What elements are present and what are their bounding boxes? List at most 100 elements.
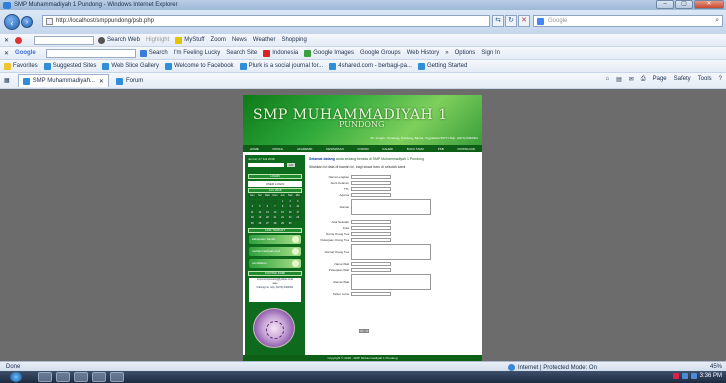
- login-box[interactable]: USER LOGIN: [248, 181, 302, 187]
- calendar-day[interactable]: 15: [279, 210, 286, 215]
- sidebar-go-button[interactable]: GO: [287, 163, 295, 167]
- calendar-day[interactable]: [249, 199, 256, 204]
- taskbar-app-icon[interactable]: [110, 372, 124, 382]
- calendar-day[interactable]: 12: [256, 210, 264, 215]
- more-chevron-icon[interactable]: »: [445, 50, 448, 56]
- link-banner-pendidikan[interactable]: pendidikan: [249, 259, 301, 268]
- fav-web-slice[interactable]: Web Slice Gallery: [102, 62, 159, 70]
- toolbar-close-icon[interactable]: ✕: [4, 37, 9, 44]
- clock[interactable]: 3:36 PM: [700, 373, 722, 379]
- calendar-day[interactable]: [256, 199, 264, 204]
- menu-akademik[interactable]: AKADEMIK: [297, 147, 313, 151]
- stop-icon[interactable]: ✕: [518, 15, 530, 27]
- google-search-button[interactable]: Search: [139, 49, 168, 57]
- tools-menu[interactable]: Tools: [698, 76, 712, 83]
- calendar-day[interactable]: 2: [286, 199, 294, 204]
- calendar-day[interactable]: 19: [256, 216, 264, 221]
- quick-tabs-icon[interactable]: ▦: [4, 77, 10, 84]
- calendar-day[interactable]: 10: [294, 205, 301, 210]
- feeling-lucky-button[interactable]: I'm Feeling Lucky: [174, 50, 221, 56]
- calendar-day[interactable]: 6: [264, 205, 271, 210]
- calendar-day[interactable]: 5: [256, 205, 264, 210]
- toolbar-news[interactable]: News: [232, 37, 247, 43]
- search-icon[interactable]: ⌕: [715, 17, 719, 25]
- form-input[interactable]: [351, 187, 391, 191]
- taskbar-explorer-icon[interactable]: [56, 372, 70, 382]
- menu-kesiswaan[interactable]: KESISWAAN: [326, 147, 344, 151]
- back-button[interactable]: ‹: [4, 14, 20, 30]
- calendar-day[interactable]: [271, 199, 279, 204]
- calendar-day[interactable]: 29: [279, 221, 286, 226]
- calendar-day[interactable]: 30: [286, 221, 294, 226]
- fav-plurk[interactable]: Plurk is a social journal for...: [239, 62, 323, 70]
- menu-home[interactable]: HOME: [250, 147, 259, 151]
- calendar-day[interactable]: 25: [249, 221, 256, 226]
- calendar-day[interactable]: 8: [279, 205, 286, 210]
- tray-alert-icon[interactable]: [672, 373, 679, 379]
- form-input[interactable]: [351, 268, 391, 272]
- tray-volume-icon[interactable]: [690, 373, 697, 379]
- calendar-day[interactable]: 7: [271, 205, 279, 210]
- taskbar-ie-icon[interactable]: [38, 372, 52, 382]
- sidebar-search-input[interactable]: [248, 163, 284, 167]
- start-button[interactable]: [10, 372, 22, 382]
- calendar-day[interactable]: 23: [286, 216, 294, 221]
- print-icon[interactable]: ⎙: [641, 76, 646, 83]
- calendar-day[interactable]: 21: [271, 216, 279, 221]
- calendar-day[interactable]: 18: [249, 216, 256, 221]
- link-banner-muhammadiyah[interactable]: muhammadiyah.or.id: [249, 247, 301, 256]
- calendar-day[interactable]: 28: [271, 221, 279, 226]
- toolbar-highlight[interactable]: Highlight: [146, 37, 169, 43]
- minimize-button[interactable]: –: [656, 0, 674, 9]
- indonesia-button[interactable]: Indonesia: [263, 49, 298, 57]
- search-site-button[interactable]: Search Site: [226, 50, 257, 56]
- google-groups-button[interactable]: Google Groups: [360, 50, 401, 56]
- calendar-day[interactable]: 9: [286, 205, 294, 210]
- calendar-day[interactable]: 17: [294, 210, 301, 215]
- toolbar-search-input[interactable]: [34, 35, 95, 45]
- calendar-day[interactable]: 22: [279, 216, 286, 221]
- tray-network-icon[interactable]: [681, 373, 688, 379]
- fav-suggested-sites[interactable]: Suggested Sites: [43, 62, 96, 70]
- taskbar-media-icon[interactable]: [74, 372, 88, 382]
- fav-4shared[interactable]: 4shared.com - berbagi-pa...: [329, 62, 412, 70]
- toolbar-shopping[interactable]: Shopping: [281, 37, 306, 43]
- mail-icon[interactable]: ✉: [629, 76, 634, 83]
- form-input[interactable]: [351, 226, 391, 230]
- close-button[interactable]: ✕: [694, 0, 724, 9]
- home-icon[interactable]: ⌂: [605, 76, 609, 83]
- safety-menu[interactable]: Safety: [674, 76, 691, 83]
- menu-profil[interactable]: PROFIL: [272, 147, 283, 151]
- form-input[interactable]: [351, 175, 391, 179]
- form-input[interactable]: [351, 292, 391, 296]
- toolbar-weather[interactable]: Weather: [253, 37, 276, 43]
- options-button[interactable]: Options: [455, 50, 476, 56]
- page-menu[interactable]: Page: [653, 76, 667, 83]
- tab-forum[interactable]: Forum: [111, 74, 148, 87]
- toolbar-logo-icon[interactable]: [15, 36, 24, 44]
- web-search-field[interactable]: Google ⌕: [533, 15, 723, 27]
- fav-facebook[interactable]: Welcome to Facebook: [164, 62, 234, 70]
- security-zone[interactable]: Internet | Protected Mode: On: [508, 364, 597, 371]
- google-search-input[interactable]: [45, 48, 136, 58]
- calendar-day[interactable]: 14: [271, 210, 279, 215]
- form-textarea[interactable]: [351, 199, 431, 215]
- calendar-day[interactable]: 20: [264, 216, 271, 221]
- favorites-button[interactable]: Favorites: [4, 62, 38, 70]
- submit-button[interactable]: KIRIM: [359, 329, 369, 333]
- menu-psb[interactable]: PSB: [438, 147, 444, 151]
- form-input[interactable]: [351, 232, 391, 236]
- calendar-day[interactable]: 26: [256, 221, 264, 226]
- menu-forum[interactable]: FORUM: [357, 147, 368, 151]
- menu-galeri[interactable]: GALERI: [382, 147, 393, 151]
- form-textarea[interactable]: [351, 244, 431, 260]
- forward-button[interactable]: ›: [21, 16, 33, 28]
- menu-download[interactable]: DOWNLOAD: [457, 147, 475, 151]
- calendar-day[interactable]: 1: [279, 199, 286, 204]
- calendar-day[interactable]: 27: [264, 221, 271, 226]
- calendar-day[interactable]: 13: [264, 210, 271, 215]
- menu-buku-tamu[interactable]: BUKU TAMU: [407, 147, 424, 151]
- fav-getting-started[interactable]: Getting Started: [417, 62, 467, 70]
- tab-smp[interactable]: SMP Muhammadiyah... ✕: [17, 74, 109, 87]
- help-icon[interactable]: ?: [719, 76, 722, 83]
